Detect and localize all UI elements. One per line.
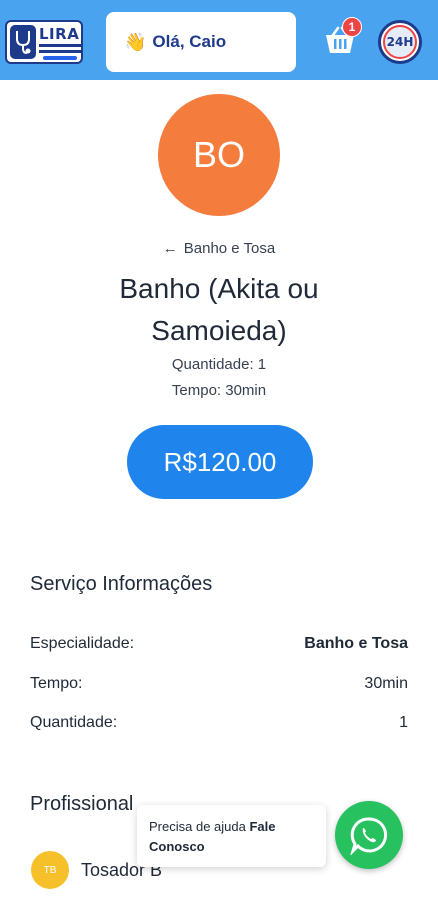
info-row-specialty: Especialidade: Banho e Tosa	[30, 635, 408, 653]
service-title: Banho (Akita ou Samoieda)	[119, 273, 319, 346]
logo-text: LIRA	[39, 25, 80, 43]
price-button[interactable]: R$120.00	[127, 425, 313, 499]
greeting-text: Olá, Caio	[152, 32, 227, 51]
back-link[interactable]: ← Banho e Tosa	[0, 240, 438, 257]
whatsapp-icon	[350, 817, 388, 855]
info-label: Quantidade:	[30, 714, 118, 731]
service-quantity: Quantidade: 1	[171, 356, 267, 373]
back-arrow-icon: ←	[162, 240, 178, 257]
cart-count-badge: 1	[342, 17, 362, 37]
info-row-quantity: Quantidade: 1	[30, 714, 408, 732]
stethoscope-icon	[10, 25, 36, 59]
info-label: Tempo:	[30, 675, 83, 692]
whatsapp-button[interactable]	[335, 801, 403, 869]
badge-24h-text: 24H	[383, 25, 417, 59]
logo-ribbon	[43, 56, 77, 60]
professional-avatar: TB	[31, 851, 69, 889]
top-bar: LIRA 👋 Olá, Caio 1 24H	[0, 0, 438, 80]
professional-section-title: Profissional	[30, 793, 134, 815]
emergency-24h-badge[interactable]: 24H	[378, 20, 422, 64]
info-value: 30min	[364, 675, 408, 692]
help-tooltip[interactable]: Precisa de ajuda Fale Conosco	[137, 805, 326, 867]
info-value: 1	[399, 714, 408, 731]
back-label: Banho e Tosa	[183, 240, 276, 257]
service-time: Tempo: 30min	[171, 382, 267, 399]
info-value: Banho e Tosa	[304, 635, 408, 652]
greeting-card[interactable]: 👋 Olá, Caio	[106, 12, 296, 72]
help-text: Precisa de ajuda	[149, 819, 246, 834]
info-section-title: Serviço Informações	[30, 573, 213, 595]
logo-line	[39, 44, 81, 47]
info-row-time: Tempo: 30min	[30, 675, 408, 693]
service-avatar: BO	[158, 94, 280, 216]
clinic-logo[interactable]: LIRA	[5, 20, 83, 64]
wave-emoji-icon: 👋	[124, 31, 147, 52]
logo-line	[39, 50, 81, 53]
info-label: Especialidade:	[30, 635, 135, 652]
